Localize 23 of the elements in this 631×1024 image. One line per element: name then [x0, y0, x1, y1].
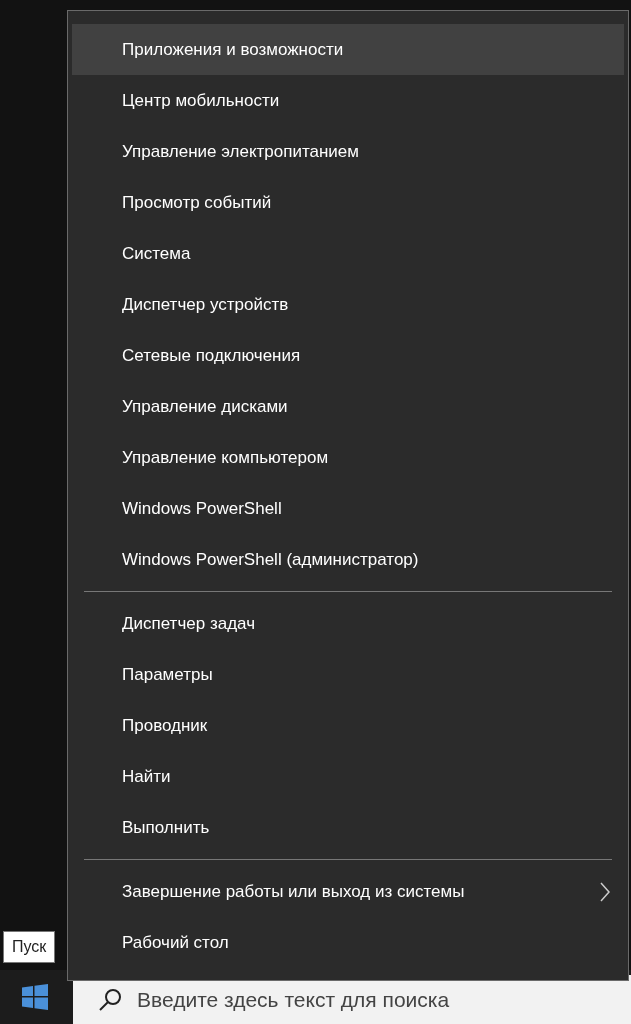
menu-item[interactable]: Проводник	[72, 700, 624, 751]
menu-item[interactable]: Рабочий стол	[72, 917, 624, 968]
menu-item[interactable]: Приложения и возможности	[72, 24, 624, 75]
menu-item[interactable]: Система	[72, 228, 624, 279]
menu-item[interactable]: Сетевые подключения	[72, 330, 624, 381]
menu-item[interactable]: Управление компьютером	[72, 432, 624, 483]
menu-item[interactable]: Windows PowerShell (администратор)	[72, 534, 624, 585]
menu-item[interactable]: Диспетчер устройств	[72, 279, 624, 330]
menu-item[interactable]: Центр мобильности	[72, 75, 624, 126]
chevron-right-icon	[600, 881, 610, 902]
menu-item[interactable]: Диспетчер задач	[72, 598, 624, 649]
windows-logo-icon	[22, 984, 48, 1010]
menu-item[interactable]: Управление дисками	[72, 381, 624, 432]
tooltip: Пуск	[3, 931, 56, 963]
menu-item[interactable]: Управление электропитанием	[72, 126, 624, 177]
menu-item[interactable]: Выполнить	[72, 802, 624, 853]
menu-item[interactable]: Параметры	[72, 649, 624, 700]
search-icon	[97, 986, 123, 1013]
menu-item[interactable]: Просмотр событий	[72, 177, 624, 228]
search-input[interactable]: Введите здесь текст для поиска	[137, 983, 631, 1016]
menu-item[interactable]: Завершение работы или выход из системы	[72, 866, 624, 917]
menu-item[interactable]: Windows PowerShell	[72, 483, 624, 534]
menu-item[interactable]: Найти	[72, 751, 624, 802]
